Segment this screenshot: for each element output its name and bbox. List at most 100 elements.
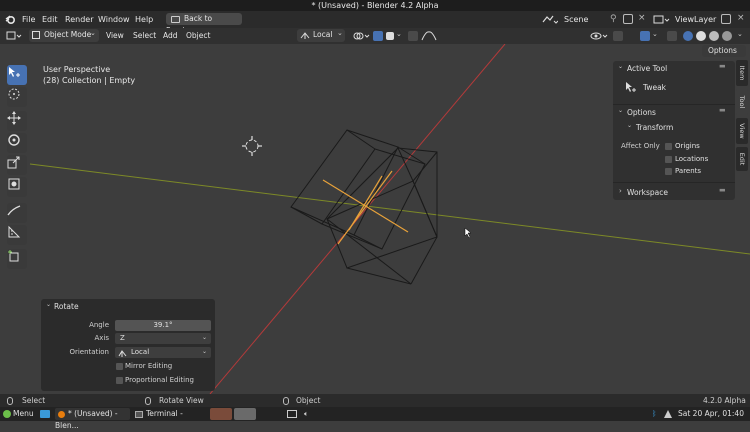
pin-icon[interactable]: ⚲	[610, 14, 617, 24]
screen-icon[interactable]	[287, 410, 297, 418]
tab-tool[interactable]: Tool	[736, 89, 748, 115]
menu-help[interactable]: Help	[135, 11, 153, 28]
menu-view[interactable]: View	[106, 28, 124, 44]
close-scene-icon[interactable]: ×	[638, 13, 646, 23]
menu-window[interactable]: Window	[98, 11, 130, 28]
chevron-down-icon: ⌄	[201, 334, 207, 341]
drag-handle-icon[interactable]: ▬	[719, 62, 726, 70]
close-view-layer-icon[interactable]: ×	[737, 13, 745, 23]
gizmo-toggle-icon[interactable]	[613, 31, 623, 41]
tab-item[interactable]: Item	[736, 60, 748, 86]
orientation-dropdown[interactable]: Local ⌄	[115, 347, 211, 358]
divider	[613, 104, 735, 105]
proportional-editing-icon[interactable]	[408, 31, 418, 41]
proportional-editing-label: Proportional Editing	[125, 376, 194, 384]
workspace-switcher-1[interactable]	[210, 408, 232, 420]
axis-value: Z	[120, 334, 125, 342]
axis-dropdown[interactable]: Z ⌄	[115, 333, 211, 344]
tool-add-cube[interactable]	[7, 249, 27, 269]
chevron-right-icon[interactable]: ›	[619, 187, 622, 195]
falloff-icon[interactable]	[421, 31, 437, 41]
x-axis-line	[209, 44, 506, 394]
menu-object[interactable]: Object	[186, 28, 210, 44]
chevron-down-icon[interactable]: ⌄	[627, 122, 632, 129]
start-menu-label[interactable]: Menu	[13, 408, 34, 420]
mirror-editing-checkbox[interactable]	[116, 363, 123, 370]
shading-material-icon[interactable]	[709, 31, 719, 41]
new-view-layer-icon[interactable]	[721, 14, 731, 24]
angle-value: 39.1°	[153, 321, 173, 329]
new-scene-icon[interactable]	[623, 14, 633, 24]
status-select: Select	[22, 396, 46, 405]
bluetooth-icon[interactable]: ᛒ	[652, 408, 657, 420]
tool-annotate[interactable]	[7, 203, 27, 223]
object-mode-dropdown[interactable]: Object Mode ⌄	[29, 29, 99, 42]
tool-tweak[interactable]	[7, 65, 27, 85]
chevron-down-icon[interactable]: ⌄	[618, 63, 623, 70]
tool-transform[interactable]	[7, 177, 27, 197]
blender-logo-icon[interactable]	[5, 14, 16, 25]
scene-icon[interactable]	[542, 14, 558, 25]
chevron-down-icon[interactable]: ⌄	[618, 107, 623, 114]
angle-field[interactable]: 39.1°	[115, 320, 211, 331]
shading-rendered-icon[interactable]	[722, 31, 732, 41]
editor-type-icon[interactable]	[6, 31, 24, 41]
origins-checkbox[interactable]	[665, 143, 672, 150]
parents-checkbox[interactable]	[665, 168, 672, 175]
tool-measure[interactable]	[7, 225, 27, 245]
menu-select[interactable]: Select	[133, 28, 156, 44]
file-manager-icon[interactable]	[40, 410, 50, 418]
screen-icon	[171, 15, 180, 23]
snap-target-icon[interactable]	[386, 32, 394, 40]
chevron-down-icon[interactable]: ⌄	[46, 301, 51, 308]
menu-file[interactable]: File	[22, 11, 35, 28]
shading-wireframe-icon[interactable]	[683, 31, 693, 41]
view-layer-icon[interactable]	[653, 14, 671, 25]
taskbar-terminal-task[interactable]: Terminal -	[133, 408, 203, 420]
chevron-down-icon: ⌄	[90, 29, 96, 37]
active-tool-name[interactable]: Tweak	[643, 83, 666, 92]
chevron-down-icon[interactable]: ⌄	[396, 30, 402, 38]
clock[interactable]: Sat 20 Apr, 01:40	[678, 408, 744, 420]
xray-toggle-icon[interactable]	[667, 31, 677, 41]
menu-add[interactable]: Add	[163, 28, 178, 44]
view-layer-name[interactable]: ViewLayer	[675, 11, 716, 28]
scene-name[interactable]: Scene	[564, 11, 588, 28]
tool-cursor[interactable]	[7, 87, 27, 107]
tool-move[interactable]	[7, 111, 27, 131]
options-header[interactable]: Options	[627, 108, 656, 117]
visibility-icon[interactable]	[590, 31, 610, 41]
chevron-down-icon[interactable]: ⌄	[737, 30, 743, 38]
drag-handle-icon[interactable]: ▬	[719, 106, 726, 114]
network-icon[interactable]	[664, 410, 672, 418]
chevron-down-icon[interactable]: ⌄	[652, 30, 658, 38]
mouse-left-icon	[7, 397, 13, 405]
transform-header[interactable]: Transform	[636, 123, 673, 132]
volume-icon[interactable]: 🔈︎	[304, 408, 309, 420]
shading-solid-icon[interactable]	[696, 31, 706, 41]
snap-toggle-icon[interactable]	[373, 31, 383, 41]
menu-edit[interactable]: Edit	[42, 11, 58, 28]
drag-handle-icon[interactable]: ▬	[719, 186, 726, 194]
transform-tool-icon	[8, 178, 20, 190]
active-tool-header[interactable]: Active Tool	[627, 64, 667, 73]
blender-app-icon	[58, 410, 65, 418]
start-menu-icon[interactable]	[3, 410, 11, 418]
workspace-header[interactable]: Workspace	[627, 188, 668, 197]
options-dropdown[interactable]: Options ⌄	[702, 45, 746, 67]
locations-checkbox[interactable]	[665, 156, 672, 163]
menu-render[interactable]: Render	[65, 11, 93, 28]
taskbar-blender-task[interactable]: * (Unsaved) - Blen...	[55, 408, 130, 430]
back-to-previous-button[interactable]: Back to Previous	[166, 13, 242, 35]
tool-scale[interactable]	[7, 155, 27, 175]
tool-rotate[interactable]	[7, 133, 27, 153]
rotate-panel-title[interactable]: Rotate	[54, 302, 79, 311]
proportional-editing-checkbox[interactable]	[116, 377, 123, 384]
tab-view[interactable]: View	[736, 118, 748, 144]
workspace-switcher-2[interactable]	[234, 408, 256, 420]
transform-orientation-dropdown[interactable]: Local ⌄	[297, 29, 345, 42]
tab-edit[interactable]: Edit	[736, 147, 748, 171]
options-label: Options	[708, 46, 737, 55]
overlays-toggle-icon[interactable]	[640, 31, 650, 41]
pivot-point-icon[interactable]	[352, 31, 372, 41]
